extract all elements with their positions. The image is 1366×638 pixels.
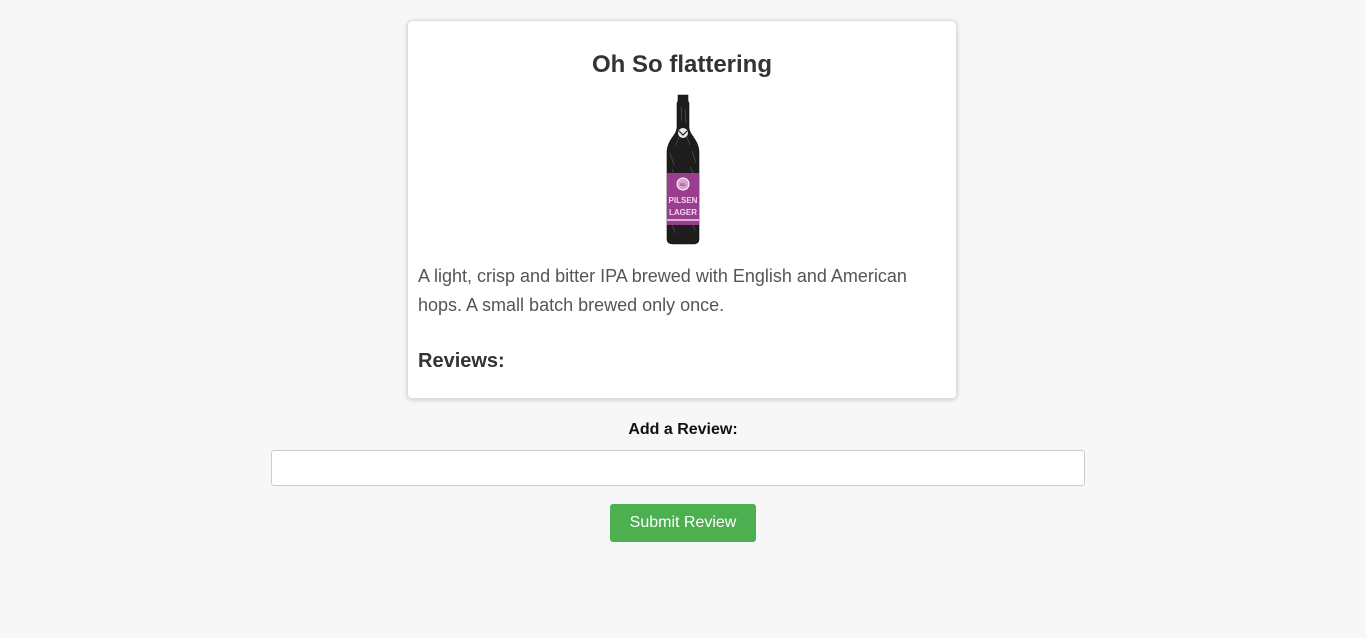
beer-bottle-image: BD PILSEN LAGER (664, 93, 702, 245)
bottle-label-line2: LAGER (669, 208, 697, 217)
submit-review-button[interactable]: Submit Review (610, 504, 756, 542)
add-review-label: Add a Review: (628, 421, 738, 438)
review-input[interactable] (271, 450, 1085, 486)
svg-text:BD: BD (680, 182, 686, 187)
bottle-illustration: BD PILSEN LAGER (666, 94, 700, 245)
reviews-heading: Reviews: (418, 350, 505, 372)
bottle-label-line1: PILSEN (669, 196, 698, 205)
beer-title: Oh So flattering (592, 51, 772, 78)
beer-card: Oh So flattering BD PILSEN LAGER A light… (407, 20, 957, 399)
beer-description: A light, crisp and bitter IPA brewed wit… (418, 266, 907, 315)
page: Oh So flattering BD PILSEN LAGER A light… (0, 0, 1366, 638)
